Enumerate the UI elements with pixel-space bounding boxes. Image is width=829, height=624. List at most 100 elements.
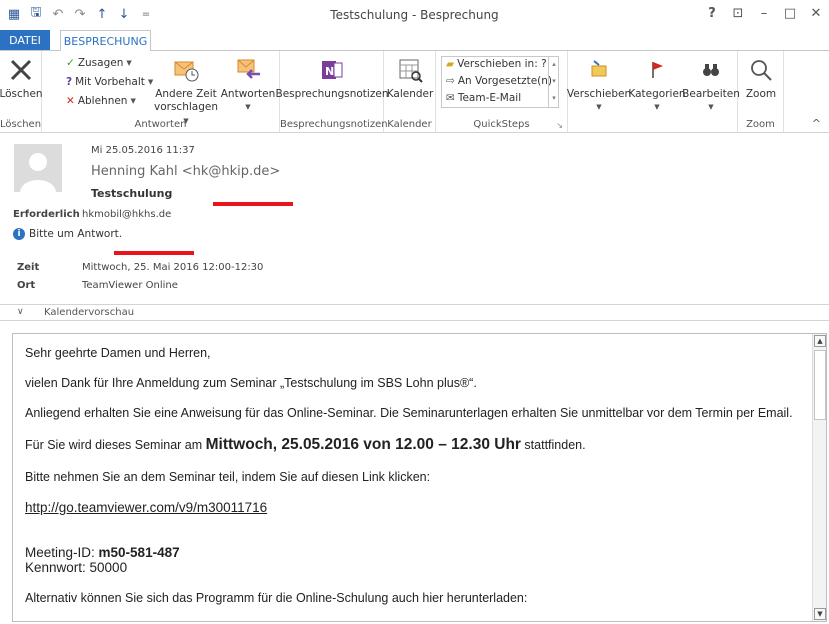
move-label: Verschieben xyxy=(566,88,632,100)
delete-button[interactable]: Löschen xyxy=(0,55,43,101)
meeting-notes-button[interactable]: N Besprechungsnotizen xyxy=(276,55,388,101)
group-zoom: Zoom Zoom xyxy=(738,51,784,133)
move-icon xyxy=(584,55,614,85)
group-delete: Löschen Löschen xyxy=(0,51,43,133)
dropdown-caret-icon: ▼ xyxy=(245,103,251,111)
propose-time-icon xyxy=(171,55,201,85)
minimize-icon[interactable]: – xyxy=(755,4,773,22)
sender[interactable]: Henning Kahl <hk@hkip.de> xyxy=(91,164,280,179)
binoculars-icon xyxy=(696,55,726,85)
forward-arrow-icon: ⇨ xyxy=(446,75,455,87)
calendar-icon xyxy=(395,55,425,85)
subject: Testschulung xyxy=(91,187,173,200)
message-body[interactable]: Sehr geehrte Damen und Herren, vielen Da… xyxy=(12,333,827,622)
quickstep-manager[interactable]: ⇨ An Vorgesetzte(n) xyxy=(446,75,552,87)
time-label: Zeit xyxy=(17,262,40,273)
group-label-delete: Löschen xyxy=(0,119,42,130)
annotation-underline-2 xyxy=(114,251,194,255)
quicksteps-gallery: ▰ Verschieben in: ? ⇨ An Vorgesetzte(n) … xyxy=(441,56,559,108)
info-text: Bitte um Antwort. xyxy=(29,228,123,240)
seminar-paragraph: Für Sie wird dieses Seminar am Mittwoch,… xyxy=(25,436,811,454)
password-line: Kennwort: 50000 xyxy=(25,560,128,575)
group-meeting-notes: N Besprechungsnotizen Besprechungsnotize… xyxy=(276,51,388,133)
location-label: Ort xyxy=(17,280,36,291)
maximize-icon[interactable]: □ xyxy=(781,4,799,22)
meeting-credentials: Meeting-ID: m50-581-487 Kennwort: 50000 xyxy=(25,545,811,575)
dropdown-caret-icon: ▼ xyxy=(596,103,602,111)
info-bar: i Bitte um Antwort. xyxy=(13,228,122,240)
scroll-thumb[interactable] xyxy=(814,350,826,420)
decline-x-icon: ✕ xyxy=(66,95,75,107)
decline-label: Ablehnen xyxy=(77,95,128,107)
group-actions: Verschieben ▼ Kategorien ▼ Bearbeiten ▼ xyxy=(566,51,740,133)
chevron-down-icon[interactable]: ∨ xyxy=(17,307,24,317)
decline-button[interactable]: ✕ Ablehnen ▼ xyxy=(66,95,136,107)
teamviewer-link[interactable]: http://go.teamviewer.com/v9/m30011716 xyxy=(25,500,811,515)
reply-button[interactable]: Antworten ▼ xyxy=(220,55,276,114)
ribbon-tabs: DATEI BESPRECHUNG xyxy=(0,30,829,51)
group-label-zoom: Zoom xyxy=(746,119,775,130)
group-label-calendar: Kalender xyxy=(387,119,432,130)
meeting-id-line: Meeting-ID: m50-581-487 xyxy=(25,545,811,560)
move-button[interactable]: Verschieben ▼ xyxy=(566,55,632,114)
tab-file[interactable]: DATEI xyxy=(0,30,50,50)
avatar xyxy=(14,144,62,192)
accept-button[interactable]: ✓ Zusagen ▼ xyxy=(66,57,132,69)
dropdown-caret-icon: ▼ xyxy=(708,103,714,111)
window-controls: ? ⊡ – □ ✕ xyxy=(703,4,825,22)
time-value: Mittwoch, 25. Mai 2016 12:00-12:30 xyxy=(82,262,264,273)
join-paragraph: Bitte nehmen Sie an dem Seminar teil, in… xyxy=(25,470,431,484)
group-label-quicksteps: QuickSteps xyxy=(473,119,530,130)
propose-time-button[interactable]: Andere Zeit vorschlagen ▼ xyxy=(154,55,218,128)
quickstep-manager-label: An Vorgesetzte(n) xyxy=(457,75,553,87)
svg-text:N: N xyxy=(325,65,334,78)
greeting: Sehr geehrte Damen und Herren, xyxy=(25,346,211,360)
tab-meeting[interactable]: BESPRECHUNG xyxy=(60,30,151,51)
onenote-icon: N xyxy=(317,55,347,85)
meeting-id-label: Meeting-ID: xyxy=(25,545,99,560)
delete-x-icon xyxy=(6,55,36,85)
seminar-date: Mittwoch, 25.05.2016 von 12.00 – 12.30 U… xyxy=(205,436,521,453)
accept-label: Zusagen xyxy=(77,57,124,69)
quickstep-move[interactable]: ▰ Verschieben in: ? xyxy=(446,58,547,70)
dropdown-caret-icon: ▼ xyxy=(654,103,660,111)
reply-icon xyxy=(233,55,263,85)
magnifier-icon xyxy=(746,55,776,85)
calendar-button[interactable]: Kalender xyxy=(386,55,434,101)
dropdown-caret-icon: ▼ xyxy=(147,78,154,86)
zoom-button[interactable]: Zoom xyxy=(740,55,782,101)
vertical-scrollbar[interactable]: ▲ ▼ xyxy=(812,334,826,621)
categories-button[interactable]: Kategorien ▼ xyxy=(628,55,686,114)
meeting-id: m50-581-487 xyxy=(98,545,180,560)
ribbon: Löschen Löschen ✓ Zusagen ▼ ? Mit Vorbeh… xyxy=(0,50,829,133)
move-folder-icon: ▰ xyxy=(446,58,455,70)
dialog-launcher-icon[interactable]: ↘ xyxy=(556,121,563,130)
location-value: TeamViewer Online xyxy=(82,280,178,291)
instructions-paragraph: Anliegend erhalten Sie eine Anweisung fü… xyxy=(25,406,793,420)
flag-icon xyxy=(642,55,672,85)
tentative-button[interactable]: ? Mit Vorbehalt ▼ xyxy=(66,76,153,88)
collapse-ribbon-icon[interactable]: ^ xyxy=(812,117,821,130)
question-icon: ? xyxy=(66,76,73,88)
required-attendee[interactable]: hkmobil@hkhs.de xyxy=(82,209,171,220)
close-icon[interactable]: ✕ xyxy=(807,4,825,22)
quickstep-team[interactable]: ✉ Team-E-Mail xyxy=(446,92,521,104)
quicksteps-scroll[interactable]: ▴ ▾ ▾ xyxy=(548,56,559,108)
quickstep-move-label: Verschieben in: ? xyxy=(457,58,547,70)
scroll-up-icon[interactable]: ▲ xyxy=(814,335,826,347)
meeting-notes-label: Besprechungsnotizen xyxy=(275,88,389,100)
calendar-preview-label: Kalendervorschau xyxy=(44,307,135,318)
check-icon: ✓ xyxy=(66,57,75,69)
edit-button[interactable]: Bearbeiten ▼ xyxy=(682,55,740,114)
dropdown-caret-icon: ▼ xyxy=(126,59,132,67)
group-quicksteps: ▰ Verschieben in: ? ⇨ An Vorgesetzte(n) … xyxy=(436,51,568,133)
ribbon-display-icon[interactable]: ⊡ xyxy=(729,4,747,22)
edit-label: Bearbeiten xyxy=(682,88,740,100)
annotation-underline-1 xyxy=(213,202,293,206)
seminar-prefix: Für Sie wird dieses Seminar am xyxy=(25,438,206,452)
scroll-down-icon[interactable]: ▼ xyxy=(814,608,826,620)
message-body-content: Sehr geehrte Damen und Herren, vielen Da… xyxy=(13,334,811,621)
calendar-preview-bar[interactable]: ∨ Kalendervorschau xyxy=(0,304,829,321)
help-icon[interactable]: ? xyxy=(703,4,721,22)
title-bar: ▦ 🖫 ↶ ↷ ↑ ↓ = Testschulung - Besprechung… xyxy=(0,0,829,30)
